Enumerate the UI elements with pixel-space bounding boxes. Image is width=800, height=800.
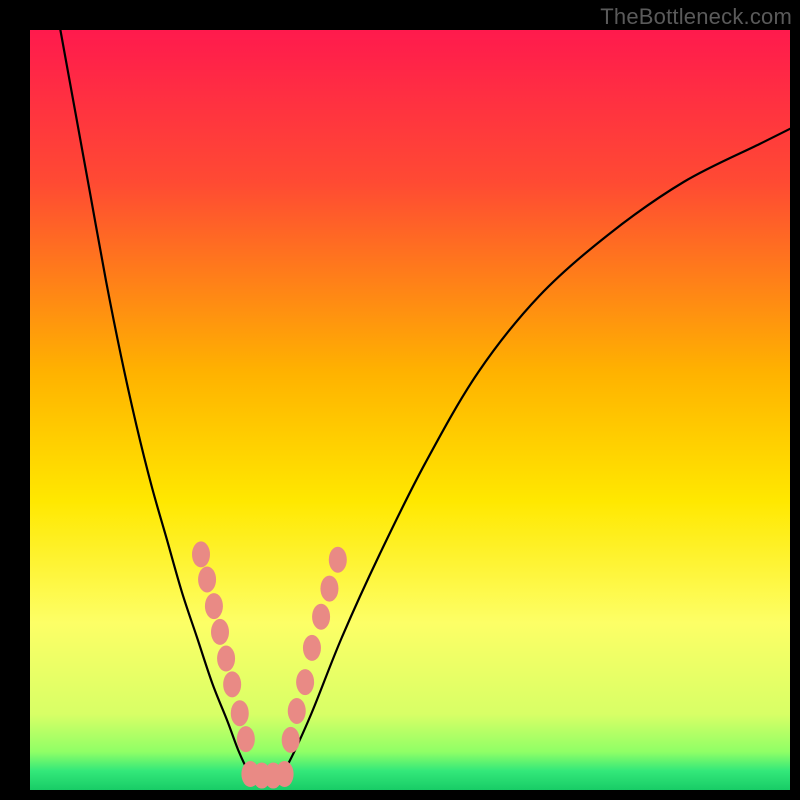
bead-marker [303,635,321,661]
bottleneck-chart [0,0,800,800]
bead-marker [312,604,330,630]
chart-frame: TheBottleneck.com [0,0,800,800]
watermark-text: TheBottleneck.com [600,4,792,30]
bead-marker [217,646,235,672]
bead-marker [192,541,210,567]
bead-marker [231,700,249,726]
bead-marker [198,566,216,592]
bead-marker [211,619,229,645]
bead-marker [320,576,338,602]
bead-marker [296,669,314,695]
bead-marker [288,698,306,724]
bead-marker [237,726,255,752]
bead-marker [276,761,294,787]
bead-marker [329,547,347,573]
bead-marker [282,727,300,753]
plot-background [30,30,790,790]
bead-marker [205,593,223,619]
bead-marker [223,671,241,697]
